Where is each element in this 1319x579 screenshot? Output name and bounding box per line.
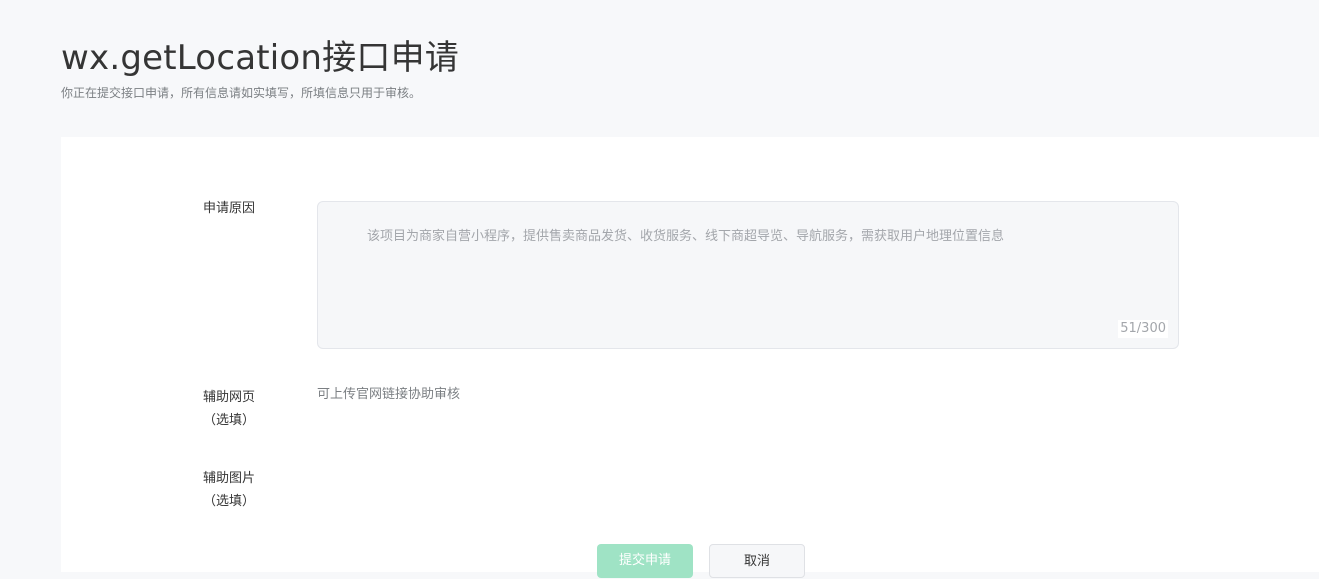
page-header: wx.getLocation接口申请 你正在提交接口申请，所有信息请如实填写，所… — [61, 36, 459, 102]
cancel-button[interactable]: 取消 — [709, 544, 805, 578]
webpage-label-line2: （选填） — [202, 413, 255, 428]
page-title: wx.getLocation接口申请 — [61, 38, 459, 78]
reason-char-counter: 51/300 — [1118, 320, 1168, 338]
page-description: 你正在提交接口申请，所有信息请如实填写，所填信息只用于审核。 — [61, 86, 422, 100]
application-form-card: 申请原因 该项目为商家自营小程序，提供售卖商品发货、收货服务、线下商超导览、导航… — [61, 137, 1319, 578]
reason-textarea[interactable]: 该项目为商家自营小程序，提供售卖商品发货、收货服务、线下商超导览、导航服务，需获… — [317, 201, 1179, 349]
reason-textarea-value: 该项目为商家自营小程序，提供售卖商品发货、收货服务、线下商超导览、导航服务，需获… — [367, 229, 1005, 244]
submit-application-button[interactable]: 提交申请 — [597, 544, 693, 578]
reason-label: 申请原因 — [149, 197, 309, 220]
image-label-line2: （选填） — [202, 494, 255, 509]
webpage-upload-hint[interactable]: 可上传官网链接协助审核 — [317, 385, 460, 405]
webpage-label-line1: 辅助网页 — [202, 390, 255, 405]
reason-label-text: 申请原因 — [202, 201, 255, 216]
image-label-line1: 辅助图片 — [202, 471, 255, 486]
webpage-label: 辅助网页 （选填） — [149, 386, 309, 432]
image-label: 辅助图片 （选填） — [149, 467, 309, 513]
